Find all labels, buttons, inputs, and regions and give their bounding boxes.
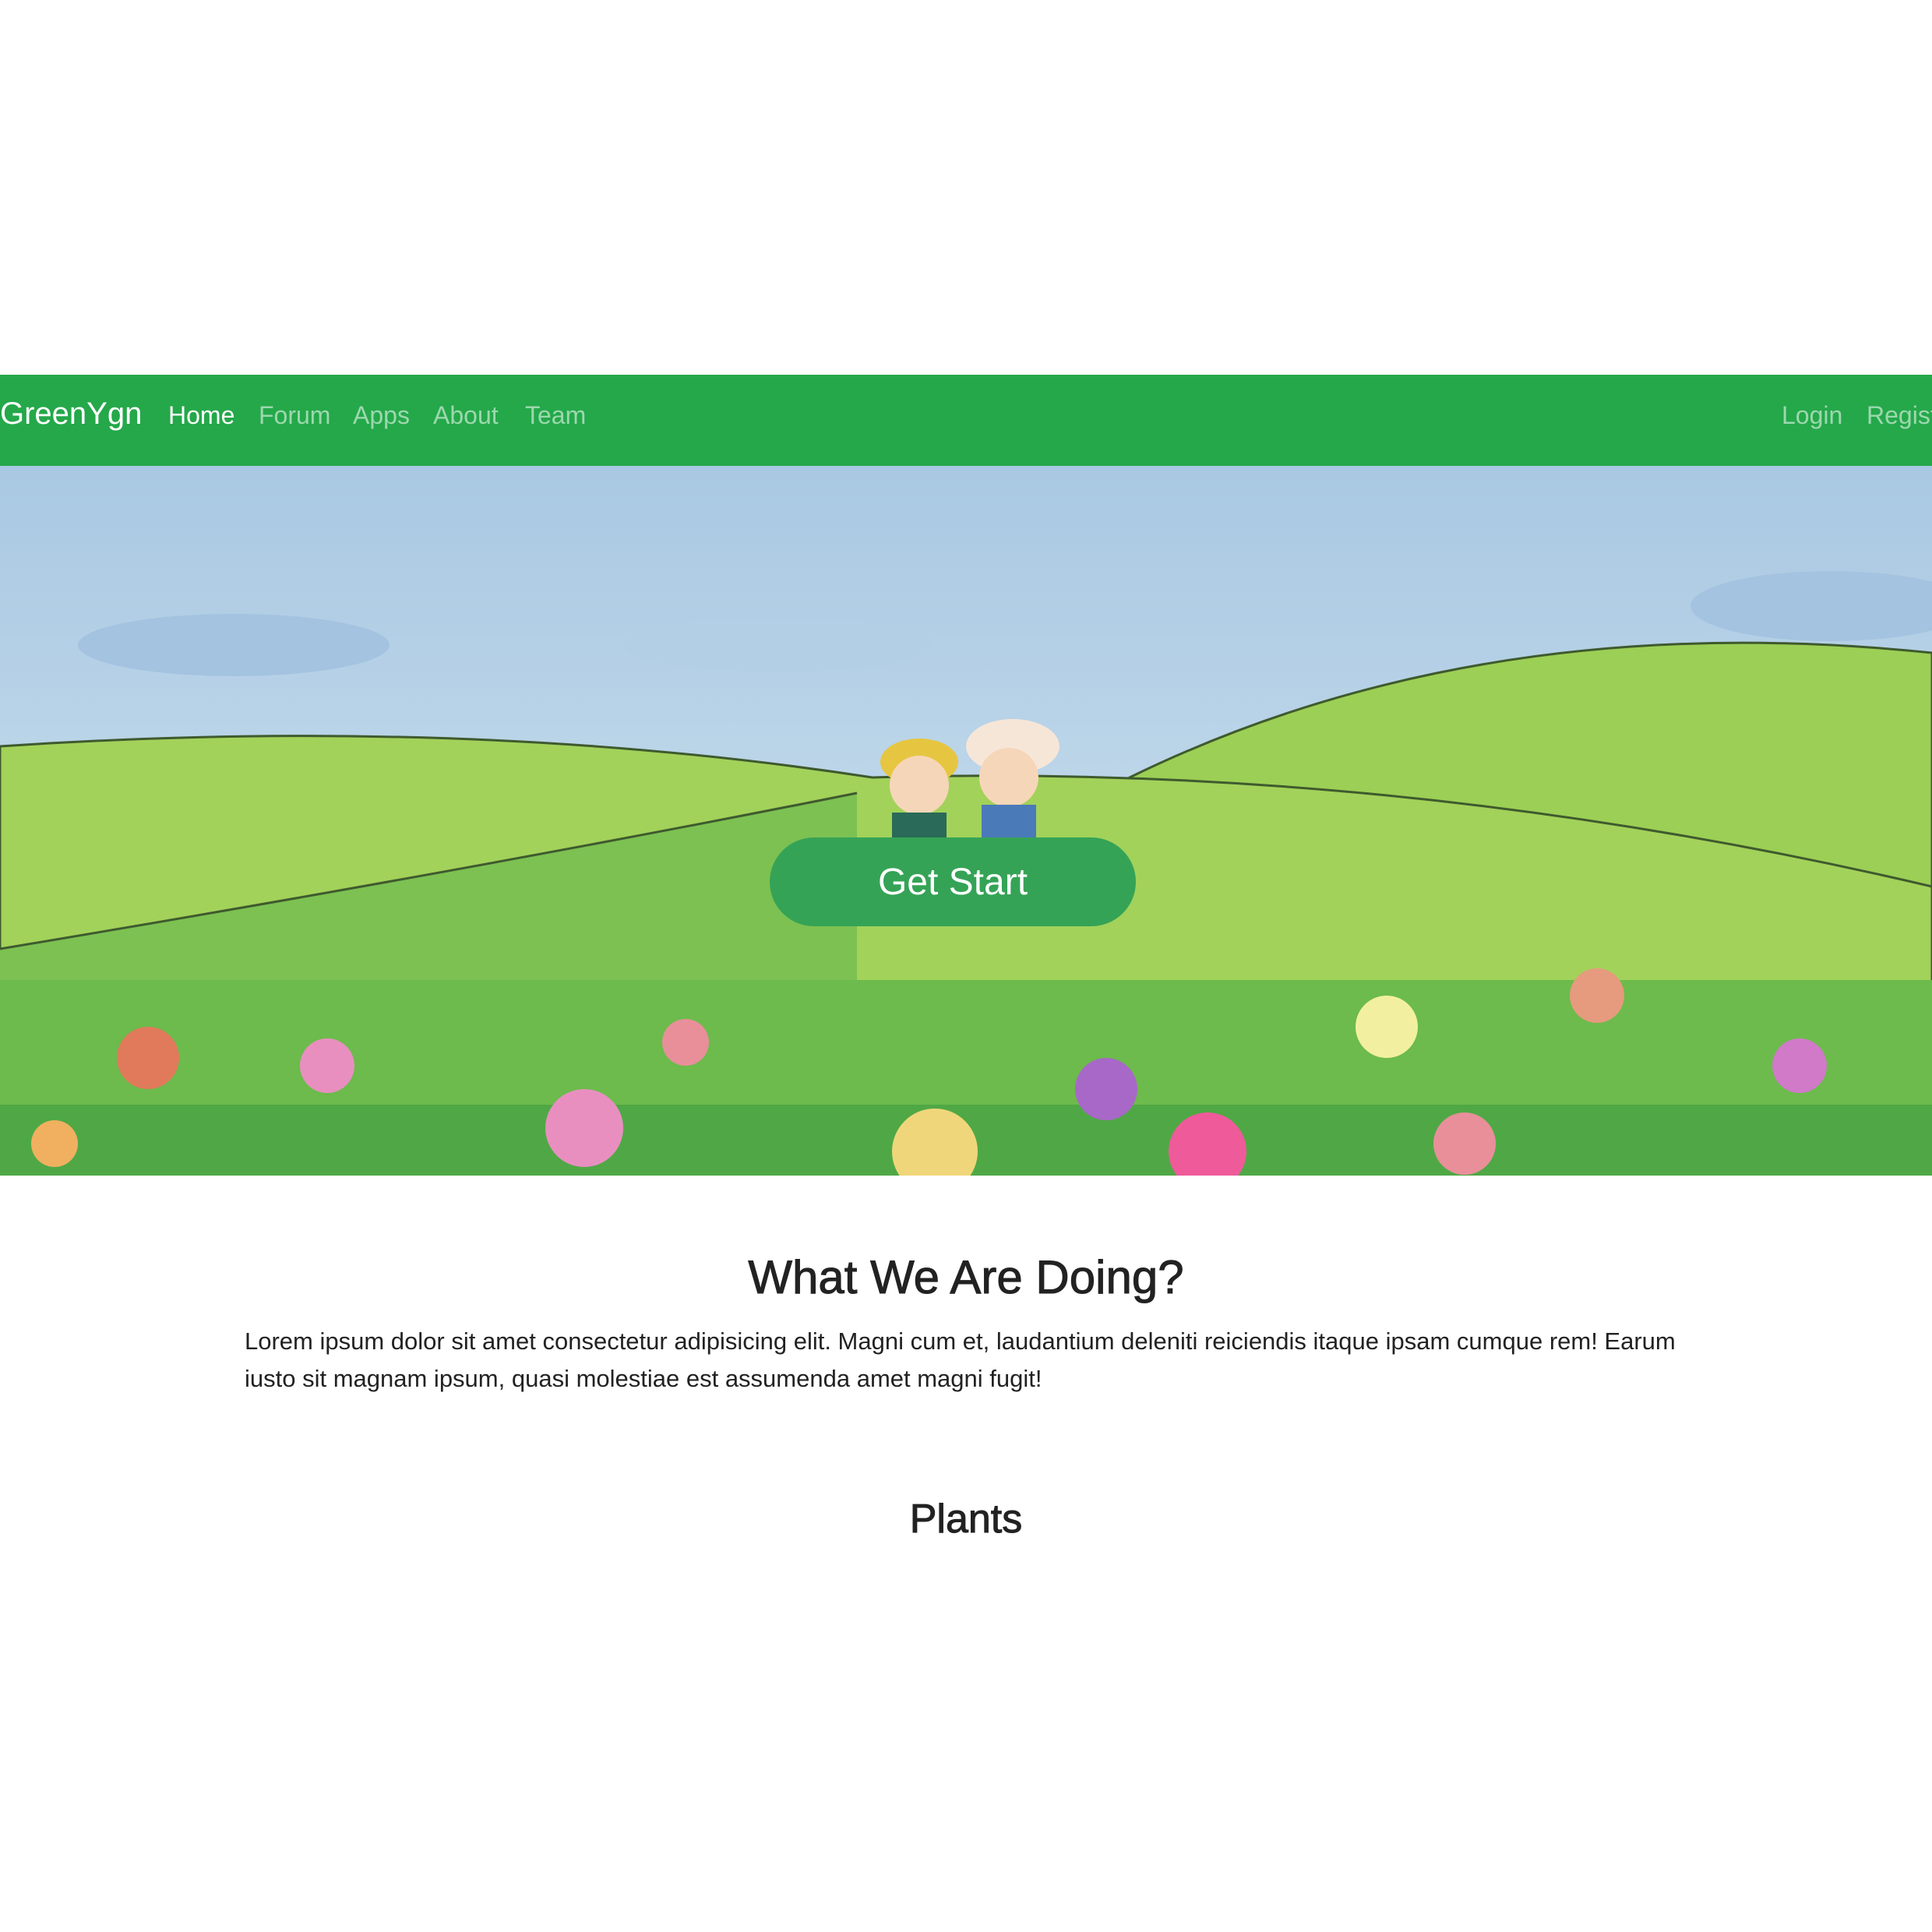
section-heading: What We Are Doing? [748, 1251, 1184, 1304]
section-body: Lorem ipsum dolor sit amet consectetur a… [245, 1327, 1676, 1392]
nav-home[interactable]: Home [168, 401, 234, 430]
hero-banner: Get Start [0, 466, 1932, 1176]
get-start-button[interactable]: Get Start [770, 837, 1136, 926]
plants-heading: Plants [909, 1497, 1023, 1542]
nav-forum[interactable]: Forum [259, 401, 330, 430]
nav-register[interactable]: Register [1867, 401, 1932, 430]
navbar: GreenYgn Home Forum Apps About Team Logi… [0, 375, 1932, 466]
nav-apps[interactable]: Apps [353, 401, 410, 430]
nav-about[interactable]: About [433, 401, 499, 430]
brand-logo[interactable]: GreenYgn [0, 397, 142, 432]
nav-team[interactable]: Team [525, 401, 586, 430]
meadow-illustration [0, 466, 1932, 1176]
nav-login[interactable]: Login [1782, 401, 1842, 430]
